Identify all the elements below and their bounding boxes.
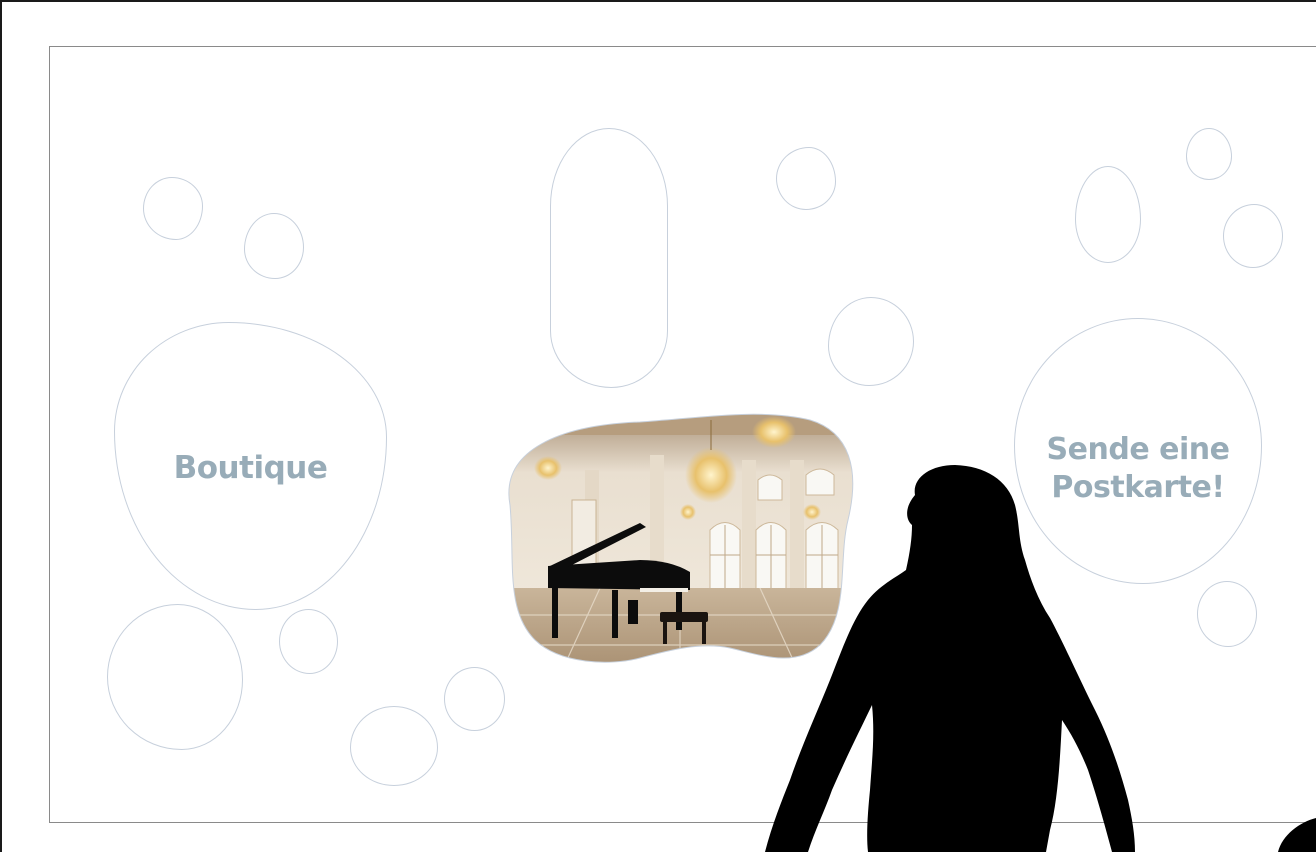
postcard-label-line1: Sende eine: [1046, 432, 1230, 467]
boutique-label: Boutique: [173, 450, 328, 486]
decorative-bubble: [143, 177, 203, 240]
postcard-label: Sende eine Postkarte!: [1015, 431, 1261, 506]
decorative-bubble: [550, 128, 668, 388]
decorative-bubble: [828, 297, 914, 386]
postcard-label-line2: Postkarte!: [1051, 469, 1225, 505]
decorative-bubble: [279, 609, 338, 674]
decorative-bubble: [350, 706, 438, 786]
decorative-bubble: [1075, 166, 1141, 263]
decorative-bubble: [1186, 128, 1232, 180]
decorative-bubble: [776, 147, 836, 210]
decorative-bubble: [244, 213, 304, 279]
decorative-bubble: [107, 604, 243, 750]
decorative-bubble: [1223, 204, 1283, 268]
decorative-bubble: [444, 667, 505, 731]
decorative-bubble: [1197, 581, 1257, 647]
